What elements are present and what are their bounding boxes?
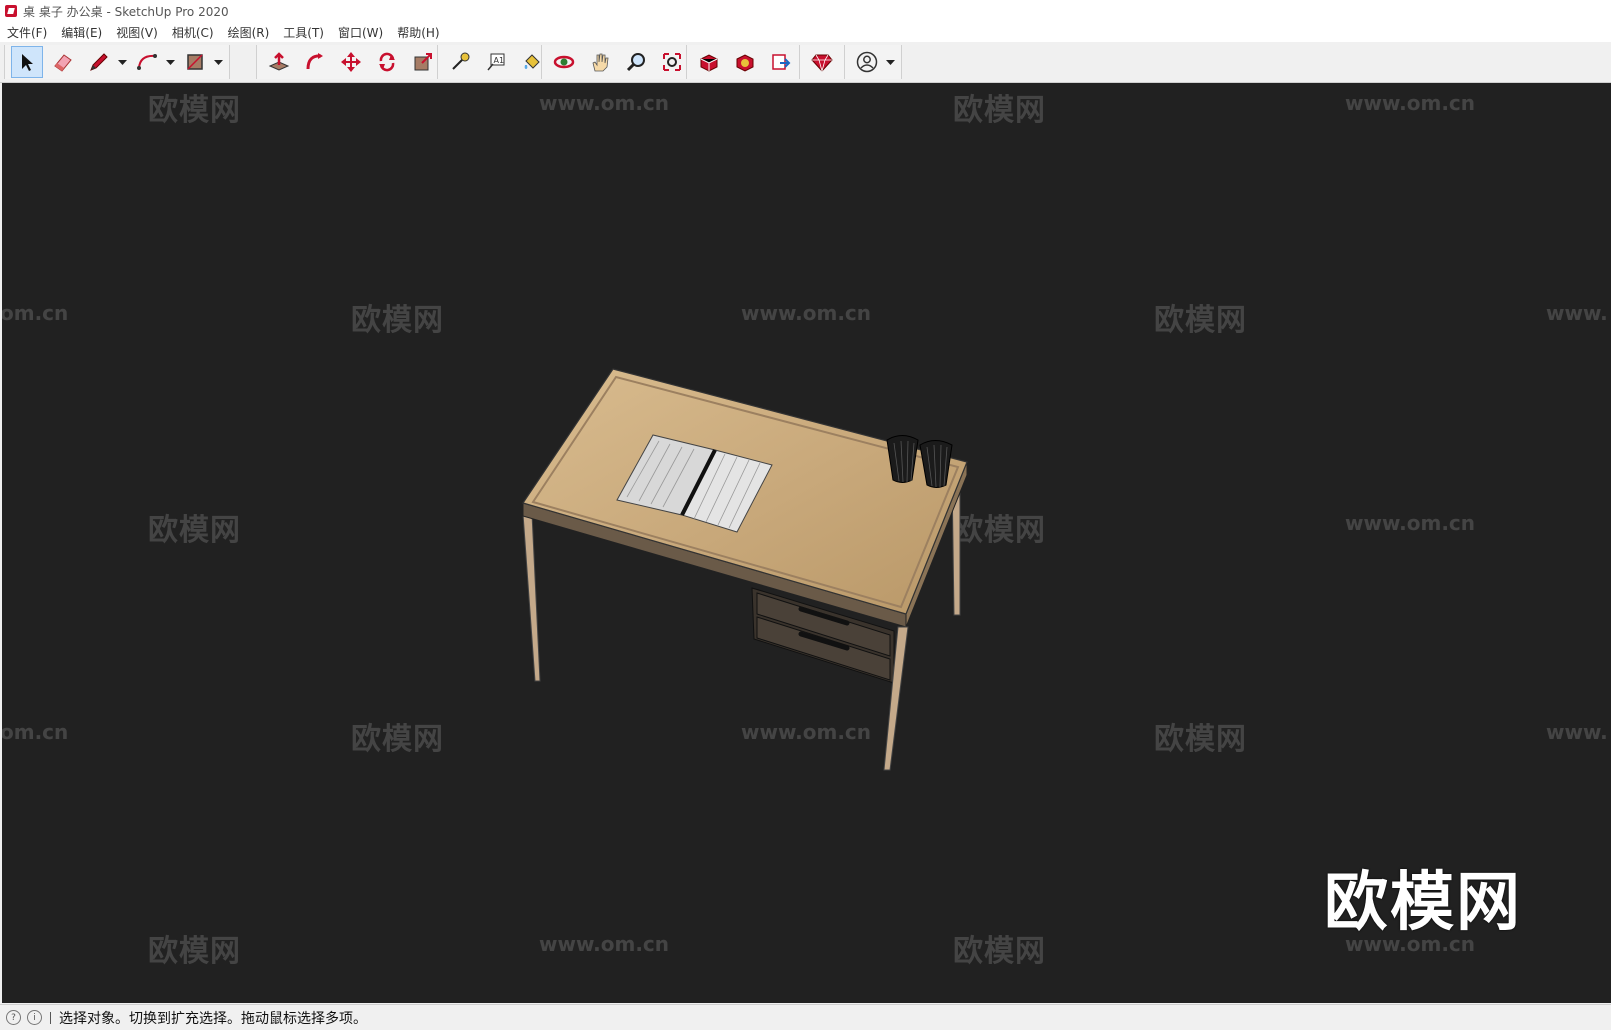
3d-warehouse-button[interactable] (693, 46, 725, 78)
status-separator (50, 1011, 51, 1024)
pencil-icon (90, 53, 108, 71)
pan-tool-button[interactable] (584, 46, 616, 78)
rectangle-dropdown[interactable] (213, 47, 223, 77)
follow-me-tool-button[interactable] (299, 46, 331, 78)
toolbar-group-camera (541, 45, 695, 79)
orbit-tool-button[interactable] (548, 46, 580, 78)
toolbar-group-draw (4, 45, 230, 79)
status-message: 选择对象。切换到扩充选择。拖动鼠标选择多项。 (59, 1010, 367, 1027)
menu-edit[interactable]: 编辑(E) (54, 24, 109, 41)
brand-logo: 欧模网 (1324, 866, 1522, 940)
ruby-icon (811, 54, 833, 73)
menu-window[interactable]: 窗口(W) (331, 24, 390, 41)
dropdown-arrow-icon (885, 59, 895, 65)
extension-warehouse-icon (736, 54, 754, 72)
send-to-layout-button[interactable] (765, 46, 797, 78)
dropdown-arrow-icon (165, 59, 175, 65)
menu-camera[interactable]: 相机(C) (165, 24, 221, 41)
paint-bucket-icon (524, 54, 540, 69)
push-pull-icon (268, 52, 290, 71)
orbit-icon (553, 55, 575, 69)
window-title: 桌 桌子 办公桌 - SketchUp Pro 2020 (23, 4, 229, 19)
pencil-dropdown[interactable] (117, 47, 127, 77)
title-bar: 桌 桌子 办公桌 - SketchUp Pro 2020 (0, 0, 1611, 22)
move-tool-button[interactable] (335, 46, 367, 78)
send-to-layout-icon (772, 54, 791, 70)
extension-warehouse-button[interactable] (729, 46, 761, 78)
scale-tool-button[interactable] (407, 46, 439, 78)
status-bar: ? i 选择对象。切换到扩充选择。拖动鼠标选择多项。 (0, 1004, 1611, 1030)
toolbar-group-edit (256, 45, 446, 79)
eraser-tool-button[interactable] (47, 46, 79, 78)
move-icon (341, 52, 361, 72)
account-dropdown[interactable] (885, 47, 895, 77)
rectangle-tool-button[interactable] (179, 46, 211, 78)
rectangle-icon (187, 54, 203, 70)
dropdown-arrow-icon (117, 59, 127, 65)
geo-location-icon[interactable]: ? (6, 1010, 21, 1025)
pencil-tool-button[interactable] (83, 46, 115, 78)
ruby-console-button[interactable] (806, 46, 838, 78)
desk-leg (522, 513, 541, 682)
text-tool-button[interactable]: A1 (480, 46, 512, 78)
zoom-extents-icon (663, 53, 681, 71)
tape-measure-icon (452, 52, 470, 70)
rotate-tool-button[interactable] (371, 46, 403, 78)
follow-me-icon (306, 53, 323, 70)
zoom-tool-button[interactable] (620, 46, 652, 78)
toolbar-group-construct: A1 (437, 45, 555, 79)
menu-tools[interactable]: 工具(T) (276, 24, 331, 41)
account-button[interactable] (851, 46, 883, 78)
svg-text:A1: A1 (494, 56, 505, 65)
account-icon (856, 51, 878, 73)
zoom-extents-tool-button[interactable] (656, 46, 688, 78)
select-tool-button[interactable] (11, 46, 43, 78)
menu-view[interactable]: 视图(V) (109, 24, 165, 41)
arc-icon (137, 54, 157, 70)
rotate-icon (379, 52, 395, 72)
toolbar-group-warehouse (686, 45, 804, 79)
menu-help[interactable]: 帮助(H) (390, 24, 446, 41)
menu-file[interactable]: 文件(F) (0, 24, 54, 41)
eraser-icon (54, 54, 72, 72)
model-viewport[interactable]: 欧模网 www.om.cn 欧模网 www.om.cn om.cn 欧模网 ww… (2, 83, 1611, 1003)
arc-dropdown[interactable] (165, 47, 175, 77)
warehouse-icon (700, 54, 718, 72)
tape-measure-tool-button[interactable] (444, 46, 476, 78)
text-icon: A1 (487, 53, 505, 71)
push-pull-tool-button[interactable] (263, 46, 295, 78)
arc-tool-button[interactable] (131, 46, 163, 78)
pan-icon (592, 53, 609, 72)
select-icon (22, 54, 33, 71)
scale-icon (414, 53, 432, 71)
sketchup-app-icon (5, 5, 17, 17)
main-toolbar: A1 (0, 42, 1611, 83)
zoom-icon (626, 53, 645, 72)
menu-draw[interactable]: 绘图(R) (221, 24, 277, 41)
toolbar-group-ruby (799, 45, 845, 79)
info-icon[interactable]: i (27, 1010, 42, 1025)
menu-bar: 文件(F) 编辑(E) 视图(V) 相机(C) 绘图(R) 工具(T) 窗口(W… (0, 22, 1611, 42)
toolbar-group-account (844, 45, 902, 79)
dropdown-arrow-icon (213, 59, 223, 65)
